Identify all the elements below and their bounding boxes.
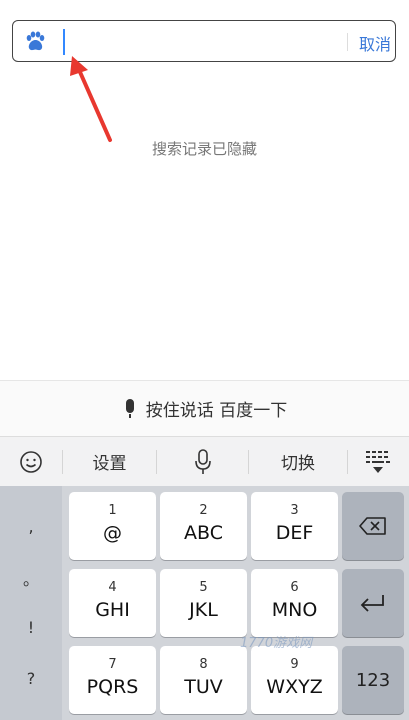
switch-button[interactable]: 切换 [249,446,347,478]
key-letters: PQRS [86,676,139,698]
settings-label: 设置 [92,454,127,474]
key-letters: GHI [95,599,130,621]
key-5[interactable]: 5 JKL [160,569,247,637]
key-number: 7 [108,657,117,672]
t9-keyboard: , 。 ! ? 1 @ 2 ABC 3 DEF 4 GHI 5 JKL 6 MN… [0,486,409,720]
key-letters: MNO [271,599,318,621]
keyboard-hide-icon [366,450,390,473]
voice-search-bar[interactable]: 按住说话 百度一下 [0,380,409,436]
key-4[interactable]: 4 GHI [69,569,156,637]
key-3[interactable]: 3 DEF [251,492,338,560]
history-hidden-message: 搜索记录已隐藏 [151,140,257,158]
key-number: 1 [108,503,117,518]
backspace-icon [359,517,386,535]
settings-button[interactable]: 设置 [63,446,156,478]
key-9[interactable]: 9 WXYZ [251,646,338,714]
smiley-icon [20,450,42,473]
enter-key[interactable] [342,569,404,637]
key-letters: ABC [184,522,223,544]
voice-input-button[interactable] [157,446,248,478]
punctuation-exclaim-key[interactable]: ! [0,607,62,647]
numeric-switch-key[interactable]: 123 [342,646,404,714]
punctuation-period-key[interactable]: 。 [0,558,62,598]
key-letters: JKL [189,599,218,621]
key-number: 2 [199,503,208,518]
key-letters: @ [103,522,122,544]
emoji-button[interactable] [0,446,62,478]
key-7[interactable]: 7 PQRS [69,646,156,714]
voice-search-label: 按住说话 百度一下 [145,401,288,421]
key-1[interactable]: 1 @ [69,492,156,560]
cancel-button[interactable]: 取消 [359,31,391,55]
microphone-icon [125,398,134,418]
key-number: 6 [290,580,299,595]
backspace-key[interactable] [342,492,404,560]
microphone-icon [194,448,211,474]
key-number: 9 [290,657,299,672]
annotation-arrow-icon [70,56,112,142]
punctuation-question-key[interactable]: ? [0,658,62,698]
key-8[interactable]: 8 TUV [160,646,247,714]
search-divider [347,33,348,51]
baidu-paw-icon [26,31,45,51]
hide-keyboard-button[interactable] [348,446,408,478]
key-2[interactable]: 2 ABC [160,492,247,560]
key-number: 8 [199,657,208,672]
punctuation-comma-key[interactable]: , [0,506,62,546]
switch-label: 切换 [281,454,315,474]
key-number: 4 [108,580,117,595]
key-6[interactable]: 6 MNO [251,569,338,637]
watermark: 1770游戏网 [240,636,313,651]
return-icon [360,595,384,612]
key-letters: DEF [275,522,314,544]
key-number: 3 [290,503,299,518]
numeric-switch-label: 123 [355,669,391,691]
key-number: 5 [199,580,208,595]
keyboard-toolbar: 设置 切换 [0,436,409,486]
key-letters: WXYZ [266,676,323,698]
key-letters: TUV [184,676,223,698]
punctuation-column: , 。 ! ? [0,486,62,720]
